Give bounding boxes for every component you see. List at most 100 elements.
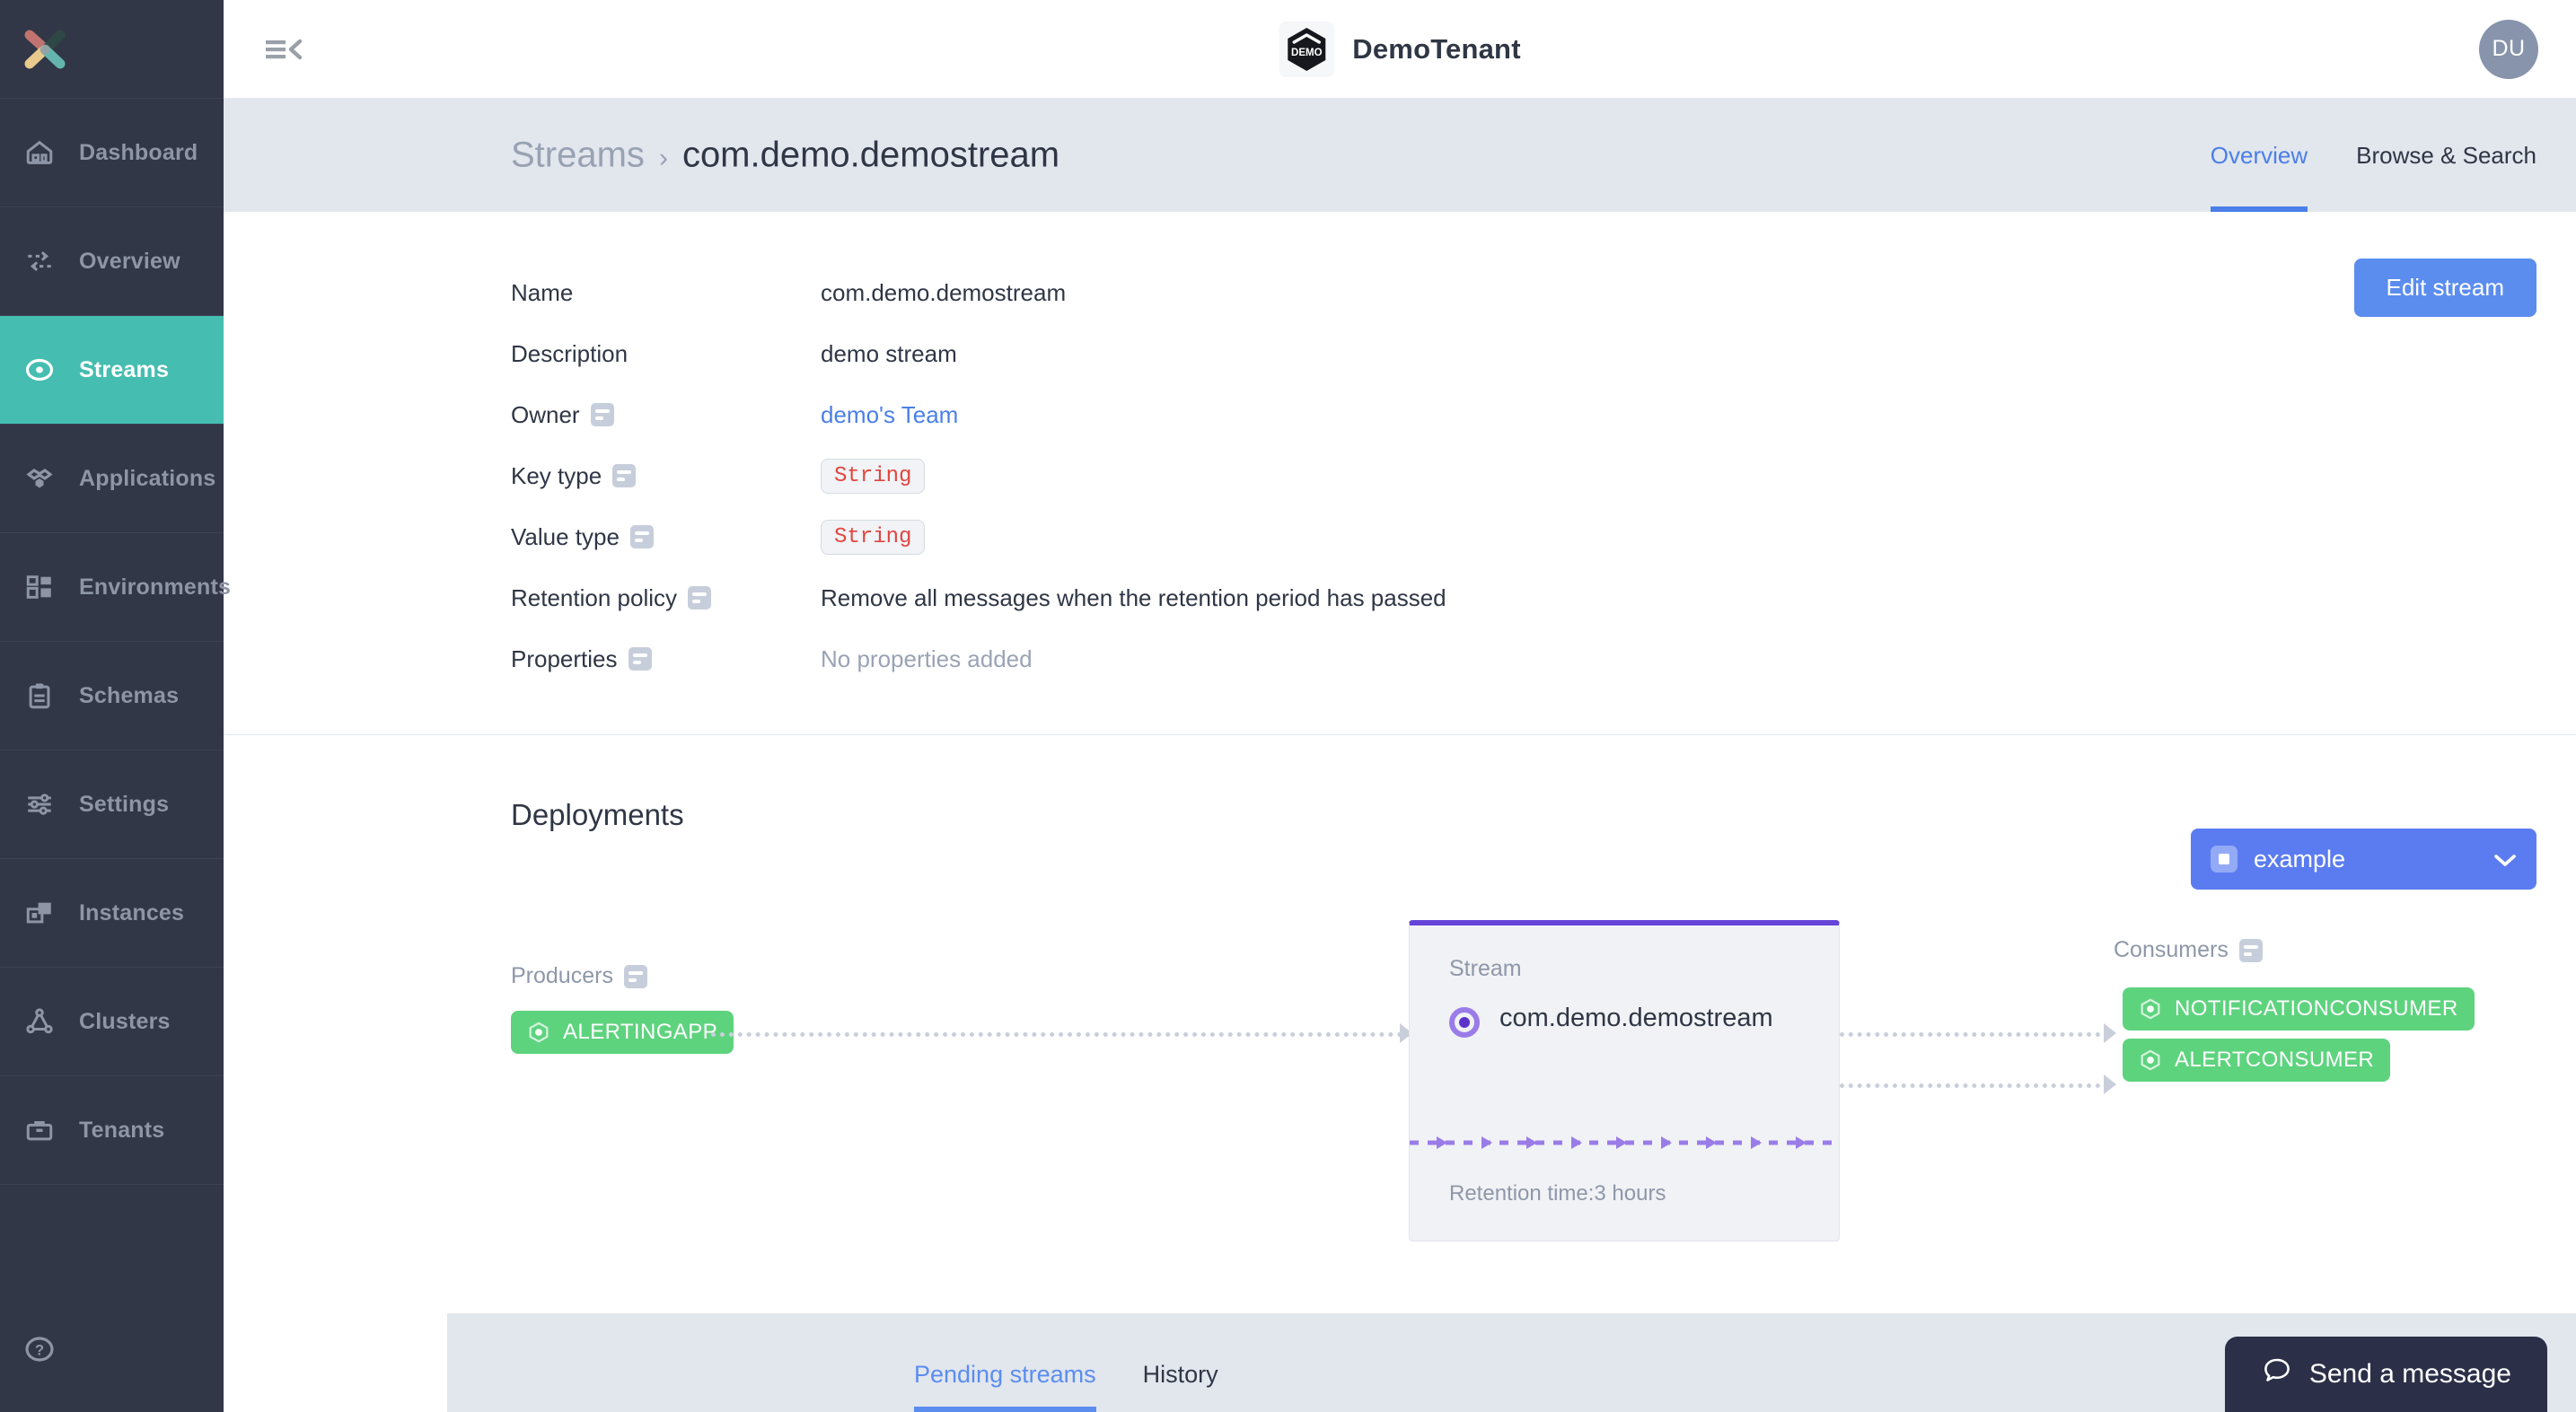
sidebar-item-clusters[interactable]: Clusters <box>0 968 224 1076</box>
sidebar-item-instances[interactable]: Instances <box>0 859 224 968</box>
x-logo-icon <box>24 30 66 68</box>
stream-card-kind-label: Stream <box>1449 956 1522 981</box>
stream-icon <box>20 350 59 390</box>
sidebar-item-schemas[interactable]: Schemas <box>0 642 224 750</box>
application-hex-icon <box>527 1021 550 1044</box>
windows-icon <box>20 893 59 933</box>
tenant-logo-icon: DEMO <box>1279 21 1335 77</box>
topbar: DEMO DemoTenant DU <box>224 0 2576 99</box>
page-tabs: Overview Browse & Search <box>2210 99 2536 212</box>
page-title: com.demo.demostream <box>681 135 1060 175</box>
breadcrumb-bar: Streams › com.demo.demostream Overview B… <box>224 99 2576 212</box>
sidebar-item-applications[interactable]: Applications <box>0 425 224 533</box>
environment-select-value: example <box>2254 845 2346 873</box>
sidebar-item-environments[interactable]: Environments <box>0 533 231 642</box>
detail-row-properties: Properties No properties added <box>511 628 2536 689</box>
detail-label-text: Name <box>511 278 574 306</box>
breadcrumb-parent[interactable]: Streams <box>511 136 645 176</box>
stream-flow-arrows <box>1410 1132 1839 1153</box>
tab-pending-streams[interactable]: Pending streams <box>914 1361 1096 1412</box>
detail-value-value-type: String <box>821 519 926 555</box>
info-note-icon[interactable] <box>688 586 711 610</box>
sidebar: Dashboard Overview Streams Applications <box>0 0 231 1412</box>
detail-label: Name <box>511 279 821 307</box>
avatar[interactable]: DU <box>2479 19 2538 79</box>
exchange-icon <box>20 241 59 281</box>
application-hex-icon <box>2139 997 2162 1021</box>
producer-node[interactable]: ALERTINGAPP <box>511 1011 734 1054</box>
info-note-icon[interactable] <box>2238 938 2263 962</box>
sidebar-item-label: Applications <box>79 465 216 491</box>
detail-label-text: Owner <box>511 400 580 428</box>
deployments-section: Deployments example Producers Consumers <box>224 735 2576 1412</box>
detail-value-description: demo stream <box>821 339 957 367</box>
tenant-logo-text: DEMO <box>1291 48 1323 58</box>
environment-select[interactable]: example <box>2191 829 2536 890</box>
connector-arrow-icon <box>2104 1023 2116 1043</box>
detail-label: Description <box>511 340 821 368</box>
sidebar-item-label: Streams <box>79 356 170 382</box>
help-button[interactable]: ? <box>0 1286 224 1412</box>
connector-stream-to-consumer-1 <box>1840 1032 2109 1037</box>
type-chip: String <box>821 519 926 555</box>
producers-label: Producers <box>511 963 647 989</box>
consumer-node-label: ALERTCONSUMER <box>2175 1048 2375 1072</box>
deployments-title: Deployments <box>511 798 684 831</box>
sidebar-item-dashboard[interactable]: Dashboard <box>0 99 224 207</box>
detail-label-text: Key type <box>511 461 602 489</box>
sidebar-item-label: Dashboard <box>79 139 198 165</box>
detail-label-text: Value type <box>511 522 620 550</box>
producers-label-text: Producers <box>511 963 613 988</box>
tab-browse-search[interactable]: Browse & Search <box>2356 99 2536 212</box>
sidebar-item-label: Overview <box>79 248 180 274</box>
consumer-node-label: NOTIFICATIONCONSUMER <box>2175 996 2458 1021</box>
detail-row-description: Description demo stream <box>511 323 2536 384</box>
chat-widget-label: Send a message <box>2308 1359 2511 1389</box>
producer-node-label: ALERTINGAPP <box>563 1020 718 1044</box>
stream-card-title-row: com.demo.demostream <box>1449 1002 1803 1038</box>
tab-history[interactable]: History <box>1143 1361 1218 1412</box>
grid-icon <box>20 567 59 607</box>
tab-overview[interactable]: Overview <box>2210 99 2308 212</box>
tenant-badge[interactable]: DEMO DemoTenant <box>1279 21 1521 77</box>
detail-label: Owner <box>511 401 821 429</box>
sidebar-item-tenants[interactable]: Tenants <box>0 1076 224 1185</box>
clipboard-icon <box>20 676 59 715</box>
consumer-node[interactable]: ALERTCONSUMER <box>2123 1039 2391 1082</box>
tenant-name: DemoTenant <box>1352 32 1521 65</box>
stream-details: Edit stream Name com.demo.demostream Des… <box>224 212 2576 735</box>
sidebar-item-label: Settings <box>79 791 170 817</box>
detail-label: Properties <box>511 645 821 673</box>
sidebar-item-label: Schemas <box>79 682 180 708</box>
detail-value-key-type: String <box>821 458 926 494</box>
info-note-icon[interactable] <box>590 403 614 426</box>
info-note-icon[interactable] <box>628 647 652 671</box>
menu-collapse-icon[interactable] <box>259 25 308 74</box>
detail-row-retention-policy: Retention policy Remove all messages whe… <box>511 567 2536 628</box>
sidebar-item-overview[interactable]: Overview <box>0 207 224 316</box>
chevron-down-icon <box>2493 846 2517 873</box>
connector-producer-to-stream <box>711 1032 1411 1037</box>
info-note-icon[interactable] <box>629 525 654 548</box>
breadcrumb: Streams › com.demo.demostream <box>511 136 1059 176</box>
edit-stream-button[interactable]: Edit stream <box>2353 259 2536 317</box>
breadcrumb-separator: › <box>658 143 668 173</box>
info-note-icon[interactable] <box>612 464 637 487</box>
info-note-icon[interactable] <box>623 964 647 988</box>
connector-arrow-icon <box>2104 1074 2116 1094</box>
detail-value-owner[interactable]: demo's Team <box>821 401 958 429</box>
detail-value-name: com.demo.demostream <box>821 278 1067 306</box>
stream-card-name: com.demo.demostream <box>1499 1004 1773 1032</box>
application-hex-icon <box>2139 1048 2162 1072</box>
help-circle-icon: ? <box>20 1329 59 1369</box>
chat-widget-button[interactable]: Send a message <box>2224 1337 2547 1412</box>
cluster-icon <box>20 1002 59 1041</box>
consumer-node[interactable]: NOTIFICATIONCONSUMER <box>2123 987 2475 1030</box>
app-logo[interactable] <box>0 0 224 99</box>
detail-label: Value type <box>511 523 821 551</box>
sidebar-item-streams[interactable]: Streams <box>0 316 224 425</box>
stream-icon <box>1449 1007 1480 1038</box>
consumers-label: Consumers <box>2114 937 2263 963</box>
sidebar-item-settings[interactable]: Settings <box>0 750 224 859</box>
stream-card[interactable]: Stream com.demo.demostream Retention tim… <box>1409 920 1840 1241</box>
